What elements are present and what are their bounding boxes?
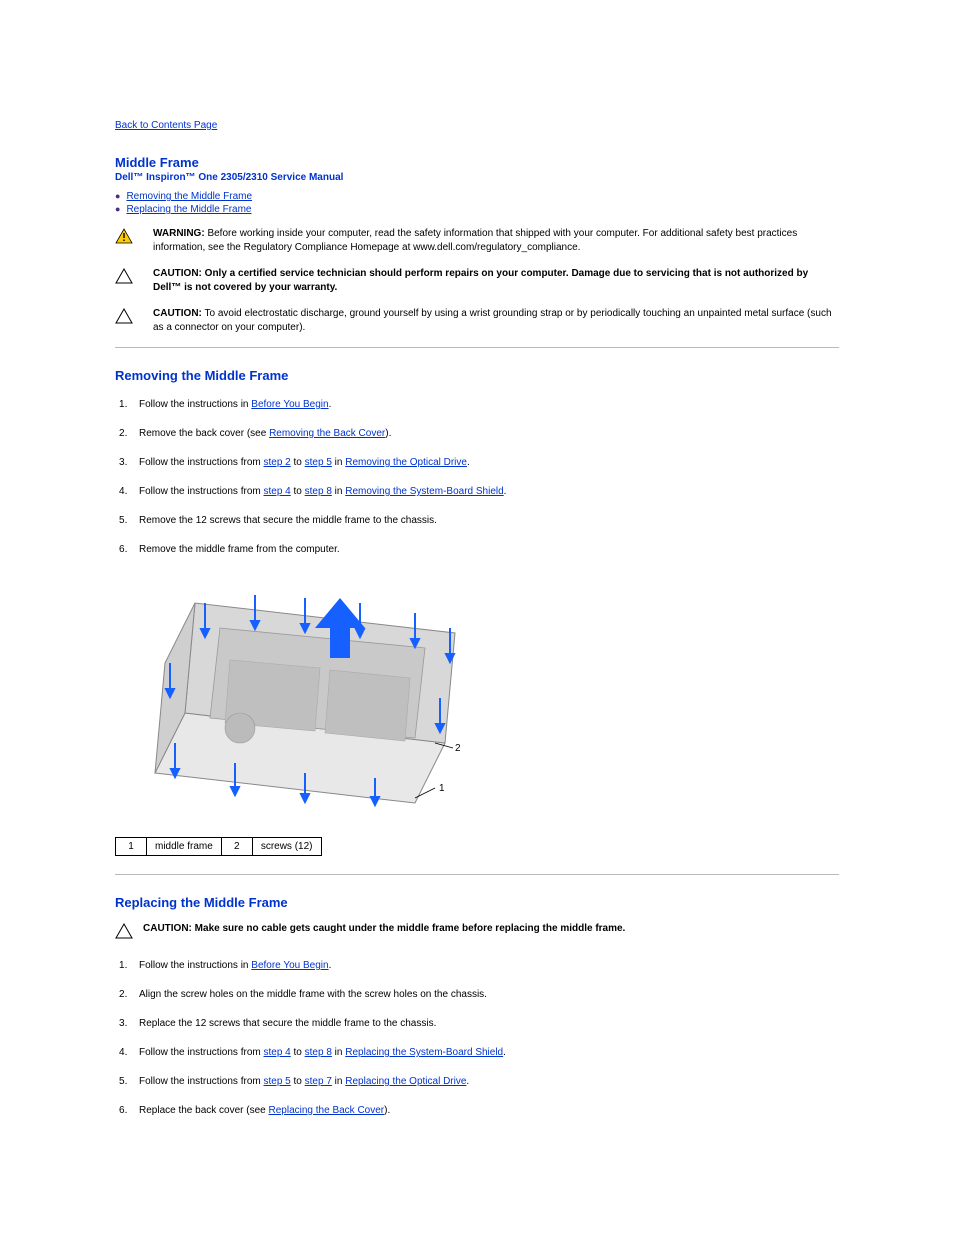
link-step7[interactable]: step 7 — [305, 1076, 332, 1087]
replace-step-6: Replace the back cover (see Replacing th… — [115, 1103, 839, 1118]
step-text: . — [329, 960, 332, 971]
replace-caution-label: CAUTION: — [143, 923, 192, 934]
step-text: . — [329, 399, 332, 410]
divider — [115, 874, 839, 875]
caution-icon — [115, 922, 133, 942]
callout-2-num: 2 — [221, 838, 252, 856]
step-text: to — [291, 1047, 305, 1058]
step-text: in — [332, 1076, 345, 1087]
remove-step-6: Remove the middle frame from the compute… — [115, 542, 839, 557]
page-title: Middle Frame — [115, 155, 839, 170]
section-heading-removing: Removing the Middle Frame — [115, 368, 839, 383]
svg-text:2: 2 — [455, 743, 461, 754]
replace-step-2: Align the screw holes on the middle fram… — [115, 987, 839, 1002]
step-text: Follow the instructions from — [139, 1076, 264, 1087]
toc-item-replacing[interactable]: Replacing the Middle Frame — [115, 204, 839, 215]
caution-icon — [115, 267, 133, 287]
link-removing-system-board-shield[interactable]: Removing the System-Board Shield — [345, 486, 503, 497]
toc-link-replacing[interactable]: Replacing the Middle Frame — [126, 204, 251, 215]
step-text: in — [332, 457, 345, 468]
link-before-you-begin[interactable]: Before You Begin — [251, 960, 328, 971]
step-text: . — [503, 1047, 506, 1058]
caution2-label: CAUTION: — [153, 308, 202, 319]
step-text: to — [291, 486, 305, 497]
step-text: to — [291, 1076, 305, 1087]
caution2-body: To avoid electrostatic discharge, ground… — [153, 308, 832, 333]
back-to-contents-link[interactable]: Back to Contents Page — [115, 120, 217, 131]
link-step5[interactable]: step 5 — [305, 457, 332, 468]
replace-step-1: Follow the instructions in Before You Be… — [115, 958, 839, 973]
callout-table: 1 middle frame 2 screws (12) — [115, 837, 322, 856]
remove-step-4: Follow the instructions from step 4 to s… — [115, 484, 839, 499]
replace-step-4: Follow the instructions from step 4 to s… — [115, 1045, 839, 1060]
step-text: to — [291, 457, 305, 468]
step-text: Follow the instructions from — [139, 457, 264, 468]
step-text: . — [467, 457, 470, 468]
link-step2[interactable]: step 2 — [264, 457, 291, 468]
remove-step-1: Follow the instructions in Before You Be… — [115, 397, 839, 412]
replace-caution-body: Make sure no cable gets caught under the… — [195, 923, 626, 934]
link-removing-optical-drive[interactable]: Removing the Optical Drive — [345, 457, 467, 468]
warning-icon — [115, 227, 133, 247]
link-step5[interactable]: step 5 — [264, 1076, 291, 1087]
link-removing-back-cover[interactable]: Removing the Back Cover — [269, 428, 385, 439]
link-step8[interactable]: step 8 — [305, 486, 332, 497]
step-text: . — [466, 1076, 469, 1087]
caution2-text: CAUTION: To avoid electrostatic discharg… — [153, 307, 839, 335]
step-text: Replace the back cover (see — [139, 1105, 269, 1116]
link-step4[interactable]: step 4 — [264, 1047, 291, 1058]
step-text: Follow the instructions from — [139, 486, 264, 497]
step-text: Follow the instructions in — [139, 399, 251, 410]
link-step8[interactable]: step 8 — [305, 1047, 332, 1058]
replace-caution-text: CAUTION: Make sure no cable gets caught … — [143, 922, 839, 936]
section-heading-replacing: Replacing the Middle Frame — [115, 895, 839, 910]
remove-step-2: Remove the back cover (see Removing the … — [115, 426, 839, 441]
step-text: in — [332, 486, 345, 497]
caution1-label: CAUTION: — [153, 268, 202, 279]
callout-1-label: middle frame — [147, 838, 222, 856]
middle-frame-figure: 1 2 — [115, 573, 839, 823]
divider — [115, 347, 839, 348]
caution1-text: CAUTION: Only a certified service techni… — [153, 267, 839, 295]
warning-label: WARNING: — [153, 228, 205, 239]
link-before-you-begin[interactable]: Before You Begin — [251, 399, 328, 410]
callout-2-label: screws (12) — [252, 838, 321, 856]
step-text: . — [504, 486, 507, 497]
step-text: ). — [384, 1105, 390, 1116]
remove-step-3: Follow the instructions from step 2 to s… — [115, 455, 839, 470]
step-text: Remove the back cover (see — [139, 428, 269, 439]
caution-icon — [115, 307, 133, 327]
step-text: Follow the instructions from — [139, 1047, 264, 1058]
replace-step-5: Follow the instructions from step 5 to s… — [115, 1074, 839, 1089]
link-replacing-optical-drive[interactable]: Replacing the Optical Drive — [345, 1076, 466, 1087]
toc-item-removing[interactable]: Removing the Middle Frame — [115, 191, 839, 202]
toc-link-removing[interactable]: Removing the Middle Frame — [126, 191, 252, 202]
link-replacing-back-cover[interactable]: Replacing the Back Cover — [269, 1105, 385, 1116]
replace-step-3: Replace the 12 screws that secure the mi… — [115, 1016, 839, 1031]
warning-body: Before working inside your computer, rea… — [153, 228, 797, 253]
step-text: Follow the instructions in — [139, 960, 251, 971]
svg-text:1: 1 — [439, 783, 445, 794]
manual-subtitle: Dell™ Inspiron™ One 2305/2310 Service Ma… — [115, 172, 839, 183]
link-replacing-system-board-shield[interactable]: Replacing the System-Board Shield — [345, 1047, 503, 1058]
caution1-body: Only a certified service technician shou… — [153, 268, 808, 293]
remove-step-5: Remove the 12 screws that secure the mid… — [115, 513, 839, 528]
callout-1-num: 1 — [116, 838, 147, 856]
step-text: in — [332, 1047, 345, 1058]
step-text: ). — [385, 428, 391, 439]
link-step4[interactable]: step 4 — [264, 486, 291, 497]
warning-text: WARNING: Before working inside your comp… — [153, 227, 839, 255]
